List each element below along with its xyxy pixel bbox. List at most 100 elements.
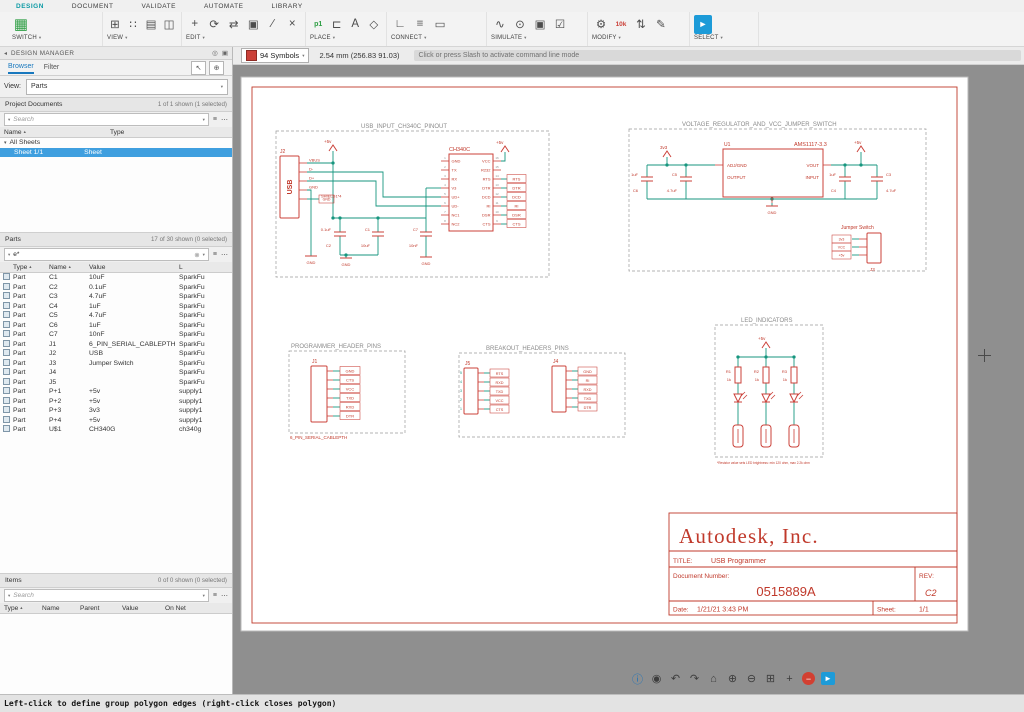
section-title: PROGRAMMER_HEADER_PINS (291, 344, 381, 350)
part-row[interactable]: Part C7 10nF SparkFu (0, 330, 232, 340)
tree-row-sheet[interactable]: Sheet 1/1 Sheet (0, 148, 232, 158)
workspace-tab[interactable]: DOCUMENT (72, 3, 114, 10)
search-input[interactable]: ▾ Search ▾ (4, 589, 209, 602)
erc-check-icon[interactable]: ☑ (551, 15, 569, 34)
probe-icon[interactable]: ⊙ (511, 15, 529, 34)
zoom-in-icon[interactable]: ⊕ (726, 672, 739, 685)
workspace-tab[interactable]: AUTOMATE (204, 3, 244, 10)
part-row[interactable]: Part P+1 +5v supply1 (0, 387, 232, 397)
mirror-icon[interactable]: ⇄ (225, 15, 243, 34)
grid-icon[interactable]: ⊞ (764, 672, 777, 685)
part-row[interactable]: Part C1 10uF SparkFu (0, 273, 232, 283)
swap-icon[interactable]: ⇅ (632, 15, 650, 34)
select-cursor-icon[interactable]: ↖ (191, 61, 206, 75)
symbols-dropdown[interactable]: 94 Symbols ▾ (241, 48, 309, 63)
parts-header[interactable]: Parts 17 of 30 shown (0 selected) (0, 232, 232, 247)
clear-filter-icon[interactable]: ⊗ (194, 251, 199, 259)
tree-expand-icon[interactable]: ▾ (4, 140, 7, 146)
add-icon[interactable]: + (783, 672, 796, 685)
part-row[interactable]: Part J4 SparkFu (0, 368, 232, 378)
select-tool-icon[interactable]: ► (694, 15, 712, 34)
svg-text:1k: 1k (727, 377, 731, 382)
schematic-sheet[interactable]: USB_INPUT_CH340C_PINOUT (233, 65, 1024, 694)
svg-text:C2: C2 (326, 243, 332, 248)
svg-text:GND: GND (422, 261, 431, 266)
zoom-select-icon[interactable]: ⊕ (209, 61, 224, 75)
board-switch-icon[interactable]: ▦ (12, 15, 30, 34)
workspace-tab[interactable]: LIBRARY (271, 3, 302, 10)
value-10k-icon[interactable]: 10k (612, 15, 630, 34)
svg-text:0.1uF: 0.1uF (321, 227, 332, 232)
slice-icon[interactable]: ∕ (264, 15, 282, 34)
wave-icon[interactable]: ∿ (491, 15, 509, 34)
part-row[interactable]: Part U$1 CH340G ch340g (0, 425, 232, 435)
dot-grid-icon[interactable]: ∷ (125, 15, 141, 34)
wrench-icon[interactable]: ⚙ (592, 15, 610, 34)
rotate-icon[interactable]: ⟳ (206, 15, 224, 34)
part-row[interactable]: Part C6 1uF SparkFu (0, 321, 232, 331)
part-row[interactable]: Part C3 4.7uF SparkFu (0, 292, 232, 302)
net-port-icon[interactable]: ⊏ (329, 15, 346, 34)
schematic-canvas[interactable]: USB_INPUT_CH340C_PINOUT (233, 65, 1024, 694)
command-line-input[interactable]: Click or press Slash to activate command… (414, 50, 1022, 61)
tab-browser[interactable]: Browser (8, 61, 34, 74)
select-mode-icon[interactable]: ► (821, 672, 835, 685)
group-icon[interactable]: ▣ (245, 15, 263, 34)
undo-icon[interactable]: ↶ (669, 672, 682, 685)
info-icon[interactable]: ⓘ (631, 672, 644, 685)
target-icon[interactable]: ◎ (212, 49, 218, 57)
bus-icon[interactable]: ≡ (411, 15, 429, 34)
part-row[interactable]: Part J2 USB SparkFu (0, 349, 232, 359)
grid-icon[interactable]: ⊞ (107, 15, 123, 34)
scope-icon[interactable]: ▣ (531, 15, 549, 34)
view-dropdown[interactable]: Parts ▾ (26, 79, 228, 95)
layer-settings-icon[interactable]: ▤ (143, 15, 159, 34)
items-header[interactable]: Items 0 of 0 shown (0 selected) (0, 573, 232, 588)
list-options-icon[interactable]: ≡ (213, 116, 217, 123)
part-row[interactable]: Part J5 SparkFu (0, 378, 232, 388)
zoom-out-icon[interactable]: ⊖ (745, 672, 758, 685)
part-row[interactable]: Part J1 6_PIN_SERIAL_CABLEPTH SparkFu (0, 340, 232, 350)
ribbon-toolbar: ▦ SWITCH▾ ⊞∷▤◫ VIEW▾ +⟳⇄▣∕× EDIT▾ p1⊏A◇ … (0, 12, 1024, 47)
more-options-icon[interactable]: ⋯ (221, 592, 228, 600)
collapse-panel-icon[interactable]: ◂ (4, 50, 7, 57)
eye-icon[interactable]: ◉ (650, 672, 663, 685)
svg-text:J1: J1 (312, 359, 318, 365)
svg-text:15: 15 (495, 165, 499, 169)
part-row[interactable]: Part C4 1uF SparkFu (0, 302, 232, 312)
remove-icon[interactable]: − (802, 672, 815, 685)
part-row[interactable]: Part C5 4.7uF SparkFu (0, 311, 232, 321)
paint-icon[interactable]: ✎ (652, 15, 670, 34)
part-row[interactable]: Part P+3 3v3 supply1 (0, 406, 232, 416)
polygon-icon[interactable]: ◇ (366, 15, 383, 34)
part-row[interactable]: Part C2 0.1uF SparkFu (0, 283, 232, 293)
parts-filter-input[interactable]: ▾ e* ⊗ ▾ (4, 248, 209, 261)
tree-row-all-sheets[interactable]: ▾ All Sheets (0, 138, 232, 148)
project-documents-header[interactable]: Project Documents 1 of 1 shown (1 select… (0, 97, 232, 112)
workspace-tab[interactable]: VALIDATE (141, 3, 175, 10)
svg-text:C6: C6 (633, 188, 639, 193)
part-row[interactable]: Part P+4 +5v supply1 (0, 416, 232, 426)
more-options-icon[interactable]: ⋯ (221, 116, 228, 124)
zoom-fit-icon[interactable]: ⌂ (707, 672, 720, 685)
delete-icon[interactable]: × (284, 15, 302, 34)
parts-table-header[interactable]: Type▴ Name▴ Value L (0, 262, 232, 273)
workspace-tab[interactable]: DESIGN (16, 3, 44, 10)
search-input[interactable]: ▾ Search ▾ (4, 113, 209, 126)
more-options-icon[interactable]: ⋯ (221, 251, 228, 259)
net-icon[interactable]: ∟ (391, 15, 409, 34)
label-icon[interactable]: ▭ (431, 15, 449, 34)
list-options-icon[interactable]: ≡ (213, 592, 217, 599)
items-table-header[interactable]: Type▴ Name Parent Value On Net (0, 603, 232, 614)
list-options-icon[interactable]: ≡ (213, 251, 217, 258)
tab-filter[interactable]: Filter (44, 62, 60, 73)
part-row[interactable]: Part P+2 +5v supply1 (0, 397, 232, 407)
display-options-icon[interactable]: ◫ (161, 15, 177, 34)
documents-table-header[interactable]: Name▴ Type (0, 127, 232, 138)
panel-layout-icon[interactable]: ▣ (222, 49, 228, 57)
text-icon[interactable]: A (347, 15, 364, 34)
part-row[interactable]: Part J3 Jumper Switch SparkFu (0, 359, 232, 369)
place-part-icon[interactable]: p1 (310, 15, 327, 34)
move-icon[interactable]: + (186, 15, 204, 34)
redo-icon[interactable]: ↷ (688, 672, 701, 685)
